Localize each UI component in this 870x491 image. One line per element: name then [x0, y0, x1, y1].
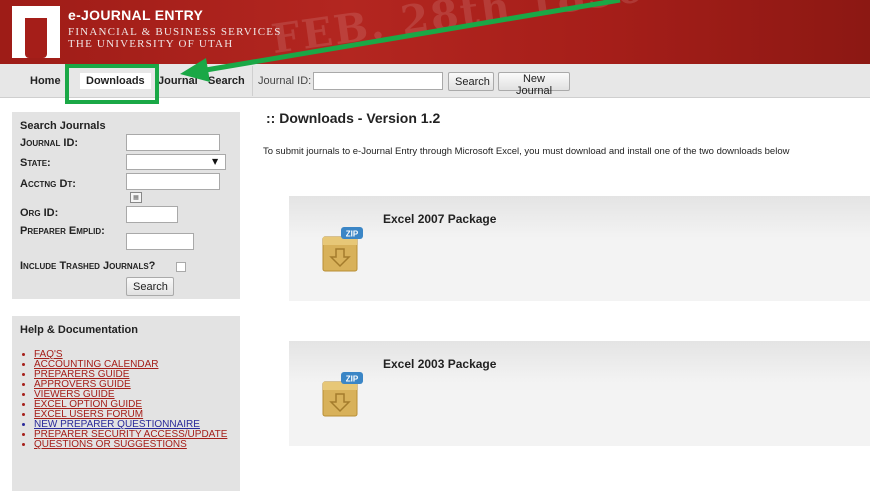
search-panel-title: Search Journals [20, 120, 106, 132]
sidebar-search-button[interactable]: Search [126, 277, 174, 296]
nav-divider [252, 66, 253, 96]
tab-home[interactable]: Home [30, 75, 61, 87]
help-links-list: FAQ'S ACCOUNTING CALENDAR PREPARERS GUID… [34, 350, 227, 450]
help-panel-title: Help & Documentation [20, 324, 138, 336]
page-title: :: Downloads - Version 1.2 [266, 110, 441, 126]
state-select[interactable] [126, 154, 226, 170]
org-id-field-label: Org ID: [20, 207, 59, 219]
include-trashed-checkbox[interactable] [176, 262, 186, 272]
chevron-down-icon: ▼ [212, 157, 219, 166]
journal-id-field-label: Journal ID: [20, 137, 79, 149]
package-name-excel-2003[interactable]: Excel 2003 Package [383, 357, 496, 371]
logo-u-shape [25, 18, 47, 58]
package-card-excel-2007[interactable]: ZIP Excel 2007 Package [289, 196, 870, 301]
package-card-excel-2003[interactable]: ZIP Excel 2003 Package [289, 341, 870, 446]
main-content: :: Downloads - Version 1.2 To submit jou… [252, 98, 870, 491]
svg-text:ZIP: ZIP [346, 230, 359, 239]
search-journals-panel: Search Journals Journal ID: State: ▼ Acc… [12, 112, 240, 299]
app-subtitle: FINANCIAL & BUSINESS SERVICES THE UNIVER… [68, 26, 282, 50]
app-subtitle-line1: FINANCIAL & BUSINESS SERVICES [68, 26, 282, 38]
journal-id-label: Journal ID: [258, 75, 312, 87]
svg-text:ZIP: ZIP [346, 375, 359, 384]
org-id-field[interactable] [126, 206, 178, 223]
header-banner: FEB. 28th 1850 e-JOURNAL ENTRY FINANCIAL… [0, 0, 870, 64]
tab-search[interactable]: Search [208, 75, 245, 87]
preparer-emplid-field[interactable] [126, 233, 194, 250]
downloads-highlight-box [65, 64, 159, 104]
state-field-label: State: [20, 157, 51, 169]
sidebar: Search Journals Journal ID: State: ▼ Acc… [0, 98, 250, 491]
package-name-excel-2007[interactable]: Excel 2007 Package [383, 212, 496, 226]
university-logo[interactable] [12, 6, 60, 58]
intro-text: To submit journals to e-Journal Entry th… [263, 146, 790, 157]
help-link-questions-suggestions[interactable]: QUESTIONS OR SUGGESTIONS [34, 440, 227, 450]
tab-journal[interactable]: Journal [158, 75, 198, 87]
top-search-button[interactable]: Search [448, 72, 494, 91]
new-journal-button[interactable]: New Journal [498, 72, 570, 97]
calendar-icon[interactable]: ▦ [130, 192, 142, 203]
acctng-dt-field-label: Acctng Dt: [20, 178, 76, 190]
journal-id-input[interactable] [313, 72, 443, 90]
help-documentation-panel: Help & Documentation FAQ'S ACCOUNTING CA… [12, 316, 240, 491]
app-subtitle-line2: THE UNIVERSITY OF UTAH [68, 38, 234, 50]
journal-id-field[interactable] [126, 134, 220, 151]
app-window: FEB. 28th 1850 e-JOURNAL ENTRY FINANCIAL… [0, 0, 870, 491]
acctng-dt-field[interactable] [126, 173, 220, 190]
include-trashed-label: Include Trashed Journals? [20, 260, 156, 272]
app-title: e-JOURNAL ENTRY [68, 7, 204, 23]
zip-icon[interactable]: ZIP [319, 223, 365, 275]
preparer-emplid-field-label: Preparer Emplid: [20, 225, 105, 237]
banner-watermark: FEB. 28th 1850 [268, 0, 649, 64]
zip-icon[interactable]: ZIP [319, 368, 365, 420]
